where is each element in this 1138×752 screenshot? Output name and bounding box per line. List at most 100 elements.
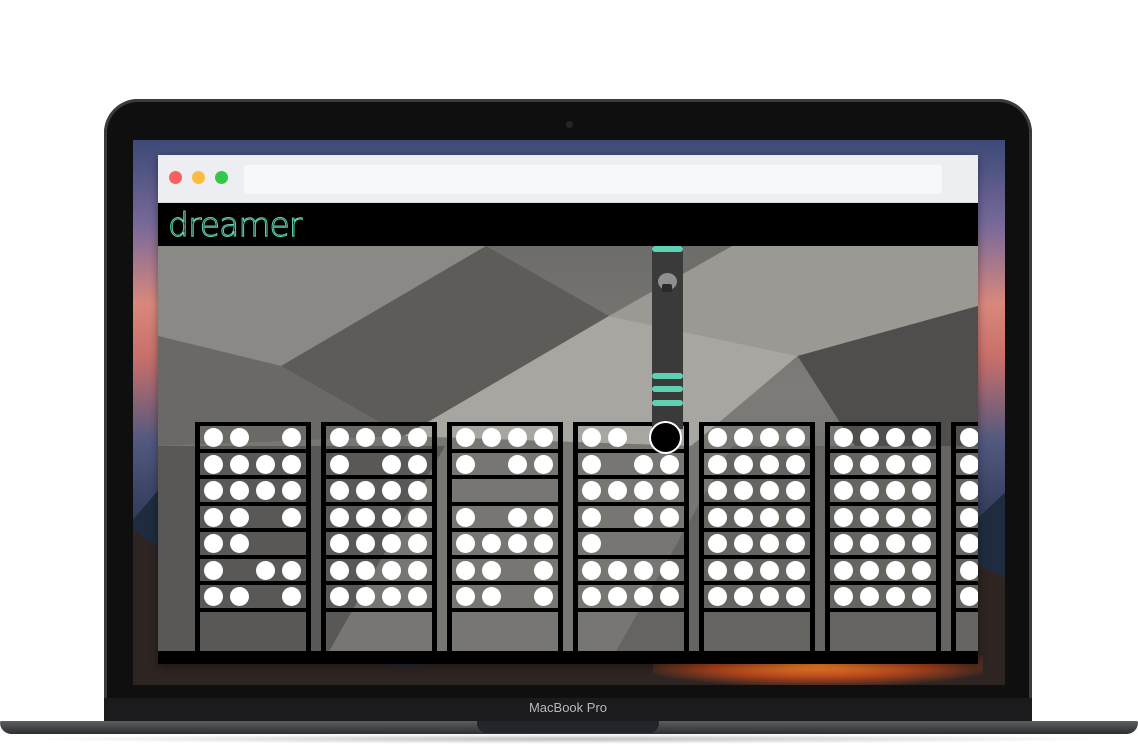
game-ball[interactable] (760, 560, 779, 580)
game-ball[interactable] (356, 507, 375, 527)
game-ball[interactable] (912, 428, 931, 447)
game-ball[interactable] (786, 560, 805, 580)
game-ball[interactable] (708, 454, 727, 474)
shelf[interactable] (699, 422, 815, 654)
game-ball[interactable] (382, 428, 401, 447)
game-ball[interactable] (860, 587, 879, 606)
game-ball[interactable] (608, 428, 627, 447)
game-ball[interactable] (634, 587, 653, 606)
game-ball[interactable] (834, 428, 853, 447)
close-window-button[interactable] (169, 171, 182, 184)
game-ball[interactable] (456, 507, 475, 527)
game-ball[interactable] (508, 534, 527, 553)
game-ball[interactable] (760, 481, 779, 500)
game-ball[interactable] (786, 507, 805, 527)
game-ball[interactable] (482, 428, 501, 447)
game-ball[interactable] (356, 428, 375, 447)
game-ball[interactable] (960, 534, 978, 553)
game-ball[interactable] (230, 428, 249, 447)
shelf[interactable] (573, 422, 689, 654)
game-ball[interactable] (534, 428, 553, 447)
game-ball[interactable] (282, 560, 301, 580)
game-ball[interactable] (534, 507, 553, 527)
game-ball[interactable] (634, 481, 653, 500)
game-ball[interactable] (330, 560, 349, 580)
game-ball[interactable] (860, 481, 879, 500)
game-ball[interactable] (508, 428, 527, 447)
game-ball[interactable] (886, 481, 905, 500)
game-ball[interactable] (634, 507, 653, 527)
game-ball[interactable] (660, 454, 679, 474)
dropper-gem[interactable] (651, 423, 680, 452)
game-ball[interactable] (834, 507, 853, 527)
game-ball[interactable] (456, 560, 475, 580)
game-ball[interactable] (886, 507, 905, 527)
game-ball[interactable] (786, 428, 805, 447)
shelf[interactable] (825, 422, 941, 654)
game-ball[interactable] (960, 454, 978, 474)
game-ball[interactable] (734, 454, 753, 474)
game-ball[interactable] (230, 454, 249, 474)
game-ball[interactable] (834, 560, 853, 580)
game-ball[interactable] (204, 507, 223, 527)
game-ball[interactable] (356, 587, 375, 606)
game-ball[interactable] (734, 560, 753, 580)
game-ball[interactable] (408, 560, 427, 580)
game-ball[interactable] (534, 560, 553, 580)
game-ball[interactable] (608, 560, 627, 580)
game-ball[interactable] (456, 534, 475, 553)
game-ball[interactable] (382, 507, 401, 527)
game-ball[interactable] (456, 454, 475, 474)
game-ball[interactable] (912, 454, 931, 474)
game-ball[interactable] (204, 454, 223, 474)
game-ball[interactable] (786, 587, 805, 606)
game-ball[interactable] (482, 534, 501, 553)
game-ball[interactable] (256, 481, 275, 500)
game-ball[interactable] (634, 454, 653, 474)
game-ball[interactable] (582, 428, 601, 447)
game-ball[interactable] (534, 454, 553, 474)
game-ball[interactable] (204, 560, 223, 580)
game-ball[interactable] (582, 507, 601, 527)
game-ball[interactable] (508, 454, 527, 474)
game-board[interactable] (158, 246, 978, 664)
maximize-window-button[interactable] (215, 171, 228, 184)
game-ball[interactable] (608, 481, 627, 500)
dropper-tube[interactable] (652, 246, 683, 429)
game-ball[interactable] (608, 587, 627, 606)
game-ball[interactable] (912, 481, 931, 500)
game-ball[interactable] (204, 428, 223, 447)
game-ball[interactable] (330, 507, 349, 527)
game-ball[interactable] (734, 481, 753, 500)
game-ball[interactable] (960, 481, 978, 500)
game-ball[interactable] (456, 428, 475, 447)
game-ball[interactable] (960, 587, 978, 606)
game-ball[interactable] (834, 481, 853, 500)
game-ball[interactable] (282, 587, 301, 606)
game-ball[interactable] (230, 481, 249, 500)
game-ball[interactable] (256, 454, 275, 474)
game-ball[interactable] (760, 507, 779, 527)
game-ball[interactable] (382, 560, 401, 580)
game-ball[interactable] (886, 454, 905, 474)
game-ball[interactable] (834, 454, 853, 474)
game-ball[interactable] (408, 481, 427, 500)
game-ball[interactable] (356, 560, 375, 580)
game-ball[interactable] (382, 454, 401, 474)
game-ball[interactable] (708, 560, 727, 580)
game-ball[interactable] (330, 481, 349, 500)
game-ball[interactable] (330, 534, 349, 553)
game-ball[interactable] (734, 428, 753, 447)
game-ball[interactable] (708, 507, 727, 527)
game-ball[interactable] (204, 481, 223, 500)
game-ball[interactable] (282, 507, 301, 527)
game-ball[interactable] (204, 534, 223, 553)
game-ball[interactable] (230, 587, 249, 606)
game-ball[interactable] (734, 507, 753, 527)
game-ball[interactable] (582, 454, 601, 474)
game-ball[interactable] (482, 560, 501, 580)
game-ball[interactable] (582, 560, 601, 580)
game-ball[interactable] (282, 428, 301, 447)
game-ball[interactable] (634, 560, 653, 580)
game-ball[interactable] (886, 428, 905, 447)
